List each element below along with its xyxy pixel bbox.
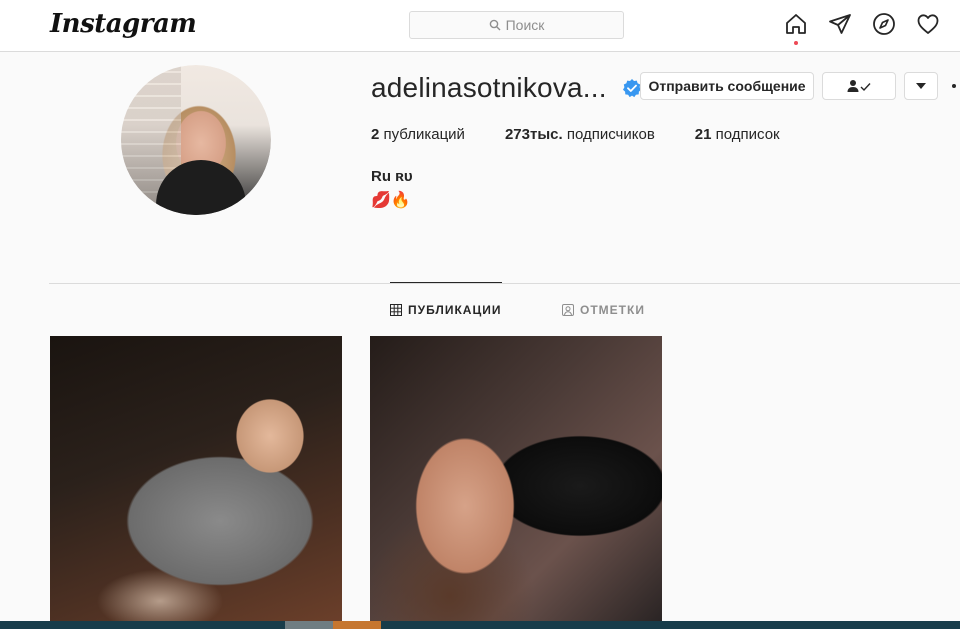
profile-stats: 2 публикаций 273тыс. подписчиков 21 подп… bbox=[371, 126, 780, 143]
tab-posts-label: ПУБЛИКАЦИИ bbox=[408, 303, 502, 317]
following-stat[interactable]: 21 подписок bbox=[695, 126, 780, 143]
bio: 💋🔥 bbox=[371, 192, 411, 209]
post-thumbnail[interactable] bbox=[50, 336, 342, 621]
username-row: adelinasotnikova... bbox=[371, 70, 642, 106]
search-input[interactable]: Поиск bbox=[409, 11, 624, 39]
posts-count: 2 bbox=[371, 126, 380, 143]
followers-stat[interactable]: 273тыс. подписчиков bbox=[505, 126, 655, 143]
tab-posts[interactable]: ПУБЛИКАЦИИ bbox=[390, 303, 501, 317]
activity-icon[interactable] bbox=[916, 12, 940, 36]
active-tab-indicator bbox=[390, 282, 502, 283]
person-check-icon bbox=[847, 80, 871, 92]
followers-count: 273тыс. bbox=[504, 126, 563, 143]
taskbar-strip bbox=[0, 621, 960, 629]
search-placeholder: Поиск bbox=[505, 17, 545, 33]
profile-info: adelinasotnikova... bbox=[371, 70, 642, 106]
post-thumbnail[interactable] bbox=[370, 336, 662, 621]
send-message-button[interactable]: Отправить сообщение bbox=[640, 72, 814, 100]
following-button[interactable] bbox=[822, 72, 896, 100]
username: adelinasotnikova... bbox=[371, 72, 607, 103]
posts-stat: 2 публикаций bbox=[371, 126, 465, 143]
posts-label: публикаций bbox=[383, 126, 465, 143]
tab-tagged-label: ОТМЕТКИ bbox=[580, 303, 645, 317]
direct-icon[interactable] bbox=[828, 12, 852, 36]
more-dots-icon[interactable] bbox=[952, 84, 956, 88]
tabs-divider bbox=[49, 283, 960, 284]
avatar[interactable] bbox=[121, 65, 271, 215]
nav-icons bbox=[784, 12, 940, 45]
grid-icon bbox=[390, 304, 402, 316]
tagged-icon bbox=[562, 304, 574, 316]
taskbar-segment bbox=[285, 621, 333, 629]
following-label: подписок bbox=[715, 126, 780, 143]
more-options-dropdown[interactable] bbox=[904, 72, 938, 100]
instagram-logo[interactable]: Instagram bbox=[50, 9, 197, 39]
explore-icon[interactable] bbox=[872, 12, 896, 36]
taskbar-segment bbox=[333, 621, 381, 629]
home-icon[interactable] bbox=[784, 12, 808, 45]
top-nav: Instagram Поиск bbox=[0, 0, 960, 52]
following-count: 21 bbox=[694, 126, 712, 143]
full-name: Ru ʀᴜ bbox=[371, 168, 413, 185]
verified-badge-icon bbox=[622, 79, 641, 98]
avatar-image bbox=[121, 65, 271, 215]
tab-tagged[interactable]: ОТМЕТКИ bbox=[562, 303, 645, 317]
caret-down-icon bbox=[916, 83, 926, 89]
followers-label: подписчиков bbox=[566, 126, 655, 143]
search-icon bbox=[489, 19, 501, 31]
notification-dot bbox=[794, 41, 798, 45]
